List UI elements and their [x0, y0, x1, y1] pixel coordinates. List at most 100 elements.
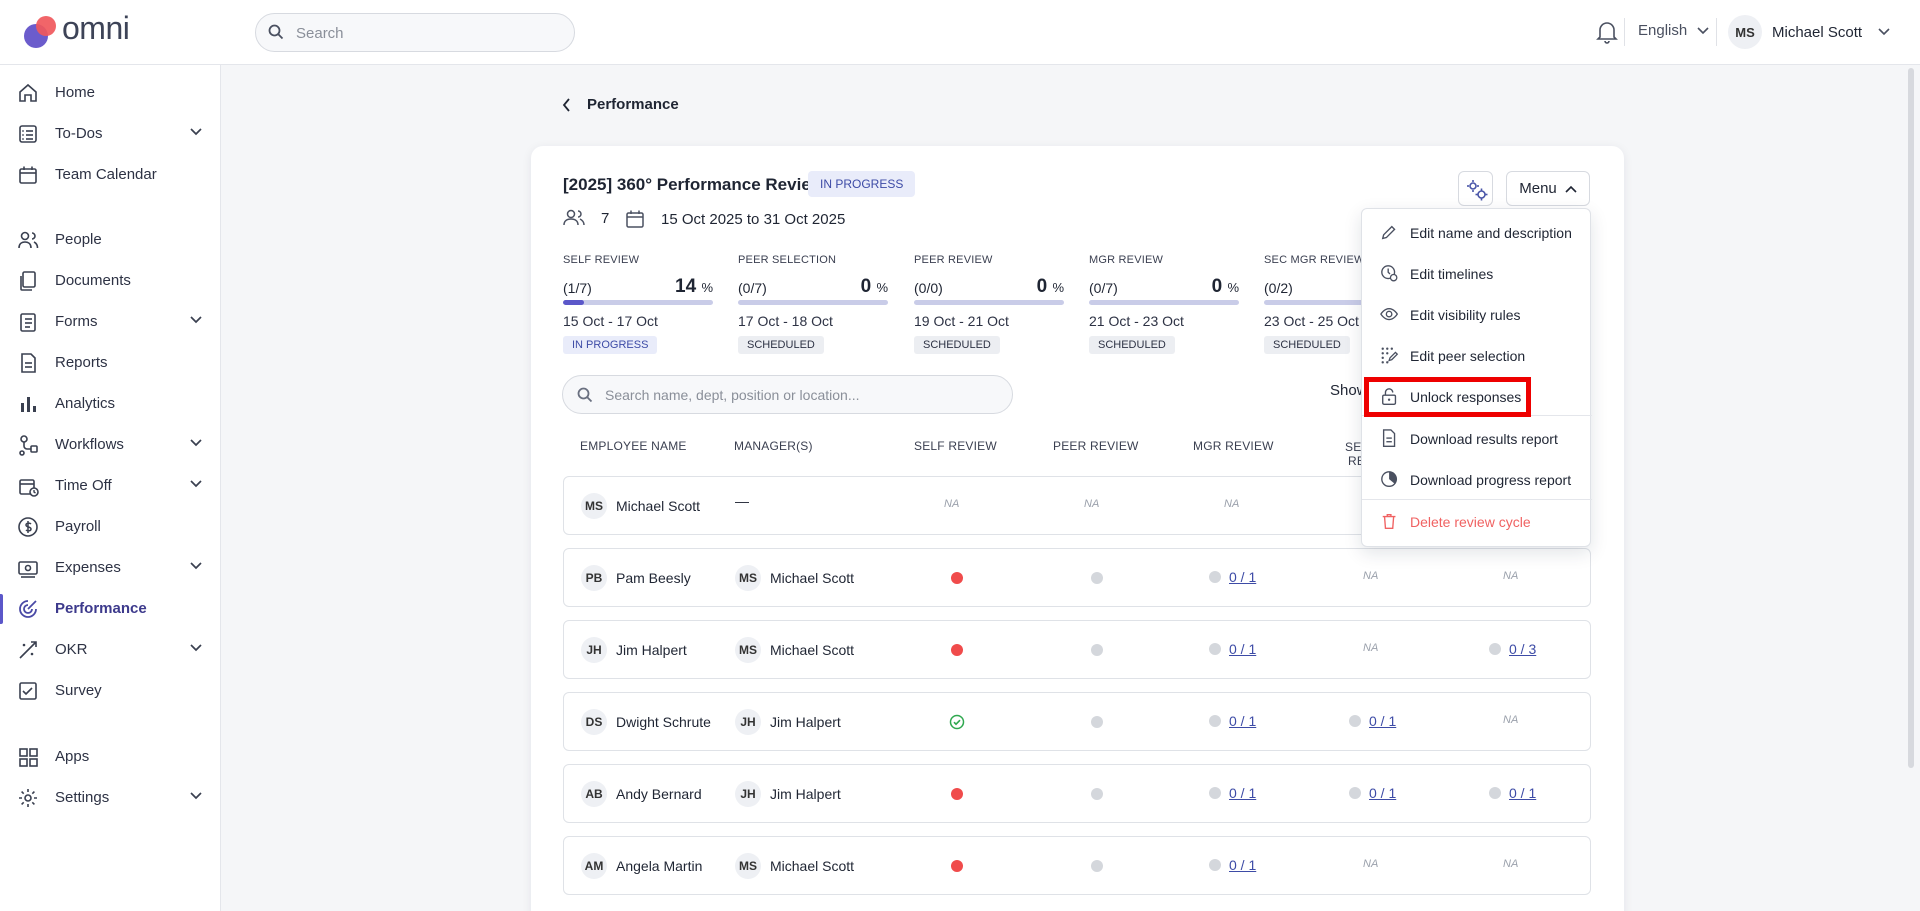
documents-icon	[20, 271, 36, 291]
sidebar-item-settings[interactable]: Settings	[0, 778, 221, 818]
mgr-review-progress-link[interactable]: 0 / 1	[1209, 857, 1256, 873]
page-scrollbar[interactable]	[1908, 68, 1914, 768]
stage-progress-bar	[914, 300, 1064, 305]
menu-item-edit-visibility-rules[interactable]: Edit visibility rules	[1362, 295, 1592, 335]
stage-count: (0/2)	[1264, 280, 1293, 296]
employee-cell: DS Dwight Schrute	[581, 709, 711, 735]
calendar-icon	[19, 166, 37, 184]
sidebar-item-team-calendar[interactable]: Team Calendar	[0, 155, 221, 195]
chevron-down-icon	[190, 439, 202, 447]
sidebar-item-to-dos[interactable]: To-Dos	[0, 114, 221, 154]
people-icon	[563, 209, 585, 226]
check-circle-icon	[949, 714, 965, 730]
menu-item-edit-name-and-description[interactable]: Edit name and description	[1362, 213, 1592, 253]
stage-status-badge: IN PROGRESS	[563, 336, 658, 354]
manager-name: Michael Scott	[770, 642, 855, 658]
sidebar-item-home[interactable]: Home	[0, 73, 221, 113]
global-search[interactable]	[255, 13, 575, 52]
sidebar-item-documents[interactable]: Documents	[0, 261, 221, 301]
pencil-icon	[1381, 225, 1396, 240]
manager-name: —	[735, 493, 749, 509]
mgr-review-progress-link[interactable]: 0 / 1	[1209, 713, 1256, 729]
table-row[interactable]: AB Andy Bernard JH Jim Halpert 0 / 1 0 / …	[563, 764, 1591, 823]
sidebar-item-label: Workflows	[55, 436, 124, 453]
logo-mark-icon	[24, 16, 56, 48]
employee-cell: PB Pam Beesly	[581, 565, 691, 591]
sidebar-item-reports[interactable]: Reports	[0, 343, 221, 383]
scheduled-dot	[1209, 787, 1221, 799]
mgr-review-progress-link[interactable]: 0 / 1	[1209, 569, 1256, 585]
home-icon	[19, 83, 37, 102]
sidebar-item-analytics[interactable]: Analytics	[0, 384, 221, 424]
table-row[interactable]: PB Pam Beesly MS Michael Scott 0 / 1 NA N…	[563, 548, 1591, 607]
stage-progress: (1/7) 14 %	[563, 276, 713, 298]
menu-item-delete-review-cycle[interactable]: Delete review cycle	[1362, 502, 1592, 542]
language-selector[interactable]: English	[1638, 22, 1709, 39]
stage-percent: 0 %	[860, 276, 888, 297]
back-label: Performance	[587, 96, 679, 113]
menu-button[interactable]: Menu	[1506, 171, 1590, 206]
employee-cell: MS Michael Scott	[581, 493, 700, 519]
sidebar-item-payroll[interactable]: Payroll	[0, 507, 221, 547]
reports-icon	[21, 353, 36, 373]
scheduled-dot	[1349, 715, 1361, 727]
table-row[interactable]: AM Angela Martin MS Michael Scott 0 / 1 N…	[563, 836, 1591, 895]
peer-review-na: NA	[1084, 498, 1100, 510]
stage-progress: (0/7) 0 %	[1089, 276, 1239, 298]
sec-mgr-review-progress-link[interactable]: 0 / 1	[1349, 713, 1396, 729]
peer-selection-icon	[1381, 347, 1399, 364]
stage-progress-bar	[563, 300, 713, 305]
stage-progress-bar	[738, 300, 888, 305]
mgr-review-progress-link[interactable]: 0 / 1	[1209, 785, 1256, 801]
back-link[interactable]: Performance	[562, 96, 679, 113]
menu-item-download-results-report[interactable]: Download results report	[1362, 419, 1592, 459]
sidebar-item-time-off[interactable]: Time Off	[0, 466, 221, 506]
sec-mgr-review-progress-link[interactable]: 0 / 1	[1349, 785, 1396, 801]
extra-review-progress-link[interactable]: 0 / 3	[1489, 641, 1536, 657]
stage-status-badge: SCHEDULED	[1264, 336, 1350, 354]
employee-name: Dwight Schrute	[616, 714, 711, 730]
employee-search[interactable]	[562, 375, 1013, 414]
menu-item-edit-peer-selection[interactable]: Edit peer selection	[1362, 336, 1592, 376]
unlock-responses-highlight	[1364, 377, 1531, 417]
user-menu[interactable]: MS Michael Scott	[1728, 15, 1890, 49]
chevron-left-icon	[562, 97, 570, 112]
table-row[interactable]: JH Jim Halpert MS Michael Scott 0 / 1 NA …	[563, 620, 1591, 679]
omni-logo[interactable]: omni	[22, 10, 152, 52]
sidebar-item-label: Payroll	[55, 518, 101, 535]
mgr-review-na: NA	[1224, 498, 1240, 510]
sidebar-item-okr[interactable]: OKR	[0, 630, 221, 670]
sidebar-item-people[interactable]: People	[0, 220, 221, 260]
manager-cell: MS Michael Scott	[735, 853, 854, 879]
stage-peer-selection: PEER SELECTION (0/7) 0 % 17 Oct - 18 Oct…	[738, 254, 888, 354]
sidebar-item-forms[interactable]: Forms	[0, 302, 221, 342]
peer-review-scheduled-dot	[1091, 644, 1103, 656]
menu-item-download-progress-report[interactable]: Download progress report	[1362, 460, 1592, 500]
sidebar-item-expenses[interactable]: Expenses	[0, 548, 221, 588]
manager-cell: MS Michael Scott	[735, 637, 854, 663]
sidebar-item-survey[interactable]: Survey	[0, 671, 221, 711]
self-review-pending-dot	[951, 572, 963, 584]
table-row[interactable]: DS Dwight Schrute JH Jim Halpert 0 / 1 0 …	[563, 692, 1591, 751]
stage-count: (0/0)	[914, 280, 943, 296]
sidebar-item-performance[interactable]: Performance	[0, 589, 221, 629]
sidebar-item-label: Survey	[55, 682, 102, 699]
settings-gear-button[interactable]	[1458, 171, 1493, 206]
global-search-input[interactable]	[296, 22, 556, 44]
menu-item-label: Edit visibility rules	[1410, 307, 1521, 323]
avatar: DS	[581, 709, 607, 735]
mgr-review-progress-link[interactable]: 0 / 1	[1209, 641, 1256, 657]
menu-item-edit-timelines[interactable]: Edit timelines	[1362, 254, 1592, 294]
survey-icon	[19, 682, 37, 700]
sidebar-item-apps[interactable]: Apps	[0, 737, 221, 777]
scheduled-dot	[1209, 715, 1221, 727]
employee-search-input[interactable]	[605, 385, 995, 405]
manager-cell: MS Michael Scott	[735, 565, 854, 591]
extra-review-progress-link[interactable]: 0 / 1	[1489, 785, 1536, 801]
bell-icon[interactable]	[1596, 20, 1618, 44]
top-bar: omni English MS Michael Scott	[0, 0, 1920, 65]
sidebar-item-workflows[interactable]: Workflows	[0, 425, 221, 465]
avatar: JH	[735, 709, 761, 735]
avatar: AM	[581, 853, 607, 879]
sidebar-item-label: Forms	[55, 313, 98, 330]
